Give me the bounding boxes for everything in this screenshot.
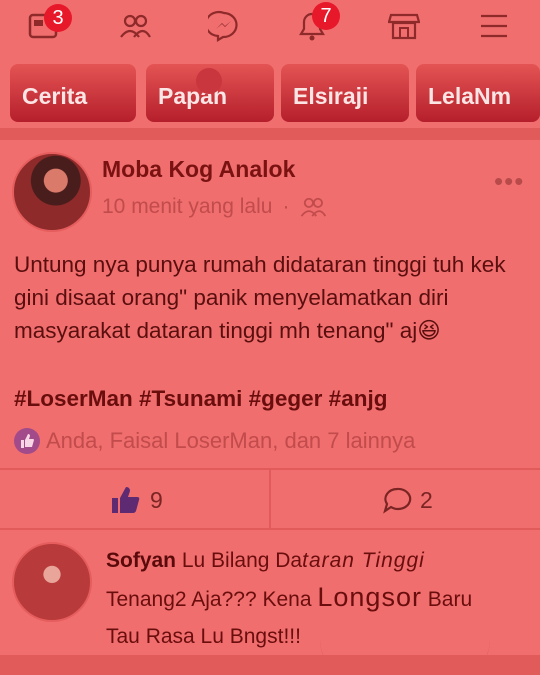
meta-separator: · bbox=[282, 195, 290, 218]
like-reaction-icon bbox=[14, 428, 40, 454]
messenger-icon bbox=[208, 10, 238, 42]
laughing-emoji-icon: 😆 bbox=[417, 318, 441, 343]
story-card[interactable]: LelaNm bbox=[416, 64, 540, 122]
nav-notifications[interactable]: 7 bbox=[292, 2, 340, 46]
comment: Sofyan Lu Bilang Dataran Tinggi Tenang2 A… bbox=[106, 542, 526, 655]
notification-badge: 3 bbox=[44, 4, 72, 32]
stories-strip: Cerita Papah Elsiraji LelaNm bbox=[0, 54, 540, 126]
post-time[interactable]: 10 menit yang lalu bbox=[102, 195, 272, 219]
nav-marketplace[interactable] bbox=[384, 6, 424, 46]
more-options-icon[interactable]: ••• bbox=[494, 166, 524, 197]
comment-author[interactable]: Sofyan bbox=[106, 549, 176, 572]
comment-button[interactable]: 2 bbox=[382, 478, 433, 522]
nav-news-feed[interactable]: 3 bbox=[24, 4, 72, 46]
story-label: LelaNm bbox=[428, 83, 512, 109]
comment-icon bbox=[383, 487, 412, 514]
avatar[interactable] bbox=[12, 152, 92, 232]
story-card[interactable]: Papah bbox=[146, 64, 274, 122]
divider-line bbox=[0, 528, 540, 530]
friends-icon bbox=[301, 197, 327, 217]
story-card[interactable]: Elsiraji bbox=[281, 64, 409, 122]
reactions-summary[interactable]: Anda, Faisal LoserMan, dan 7 lainnya bbox=[14, 428, 415, 454]
like-count: 9 bbox=[150, 486, 163, 513]
post-meta: 10 menit yang lalu · bbox=[102, 195, 327, 219]
section-divider bbox=[0, 128, 540, 140]
avatar[interactable] bbox=[12, 542, 92, 622]
reactions-text: Anda, Faisal LoserMan, dan 7 lainnya bbox=[46, 428, 416, 453]
friends-icon bbox=[120, 14, 151, 38]
story-label: Elsiraji bbox=[293, 83, 369, 109]
post-author[interactable]: Moba Kog Analok bbox=[102, 156, 295, 183]
menu-icon bbox=[481, 14, 507, 38]
comment-count: 2 bbox=[420, 486, 433, 513]
like-button[interactable]: 9 bbox=[110, 478, 163, 522]
nav-menu[interactable] bbox=[474, 6, 514, 46]
nav-friends[interactable] bbox=[115, 6, 155, 46]
post-text: Untung nya punya rumah didataran tinggi … bbox=[14, 248, 529, 347]
top-navigation-bar: 3 7 bbox=[0, 0, 540, 50]
bottom-divider bbox=[0, 655, 540, 675]
divider-line bbox=[269, 470, 271, 528]
story-thumbnail bbox=[196, 68, 222, 94]
marketplace-icon bbox=[388, 13, 420, 40]
story-card[interactable]: Cerita bbox=[10, 64, 136, 122]
notification-badge: 7 bbox=[312, 2, 340, 30]
story-label: Cerita bbox=[22, 83, 88, 109]
post-hashtags[interactable]: #LoserMan #Tsunami #geger #anjg bbox=[14, 386, 387, 412]
thumbs-up-icon bbox=[112, 487, 140, 513]
nav-messenger[interactable] bbox=[204, 6, 244, 46]
